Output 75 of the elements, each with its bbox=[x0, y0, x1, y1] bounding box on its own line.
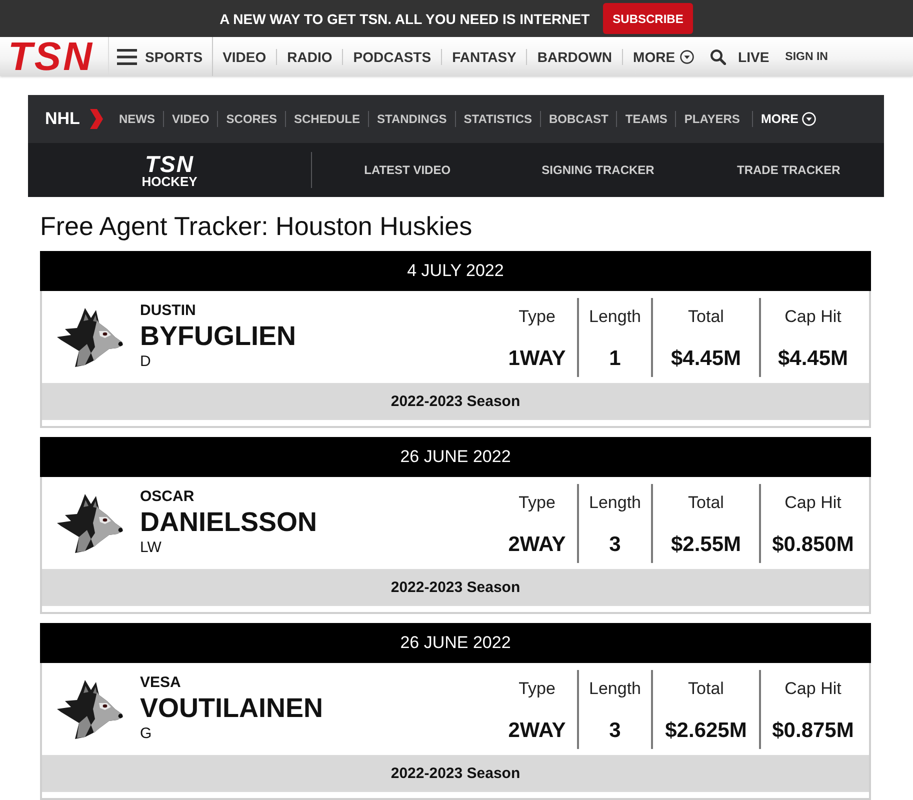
stat-label: Cap Hit bbox=[784, 679, 842, 699]
player-last-name: VOUTILAINEN bbox=[140, 692, 324, 724]
stat-value: $2.625M bbox=[665, 719, 747, 743]
player-first-name: VESA bbox=[140, 674, 182, 692]
stat-value: $2.55M bbox=[670, 533, 742, 557]
stat-label: Length bbox=[589, 493, 641, 513]
stat-label: Type bbox=[518, 493, 556, 513]
wolf-head-icon bbox=[57, 493, 123, 553]
stat-label: Cap Hit bbox=[784, 493, 842, 513]
stat-value: $4.45M bbox=[670, 347, 742, 371]
stat-value: $4.45M bbox=[778, 347, 848, 371]
stat-label: Type bbox=[518, 307, 556, 327]
nav-link[interactable]: RADIO bbox=[276, 48, 342, 64]
stat-value: 2WAY bbox=[508, 533, 566, 557]
chevron-icon bbox=[90, 109, 103, 129]
promo-text: A NEW WAY TO GET TSN. ALL YOU NEED IS INTERNET bbox=[220, 10, 590, 26]
stat-value: $0.850M bbox=[772, 533, 854, 557]
player-position: LW bbox=[140, 538, 162, 558]
stat-label: Total bbox=[688, 493, 724, 513]
stat-value: 1 bbox=[609, 347, 621, 371]
league-nav-link[interactable]: NEWS bbox=[110, 111, 163, 127]
stat-value: 1WAY bbox=[508, 347, 566, 371]
page-title: Free Agent Tracker: Houston Huskies bbox=[39, 210, 474, 243]
tsn-logo[interactable]: TSN bbox=[8, 40, 94, 74]
caret-icon bbox=[802, 112, 816, 126]
player-first-name: DUSTIN bbox=[140, 302, 197, 320]
sign-in-link[interactable]: SIGN IN bbox=[785, 50, 828, 62]
stat-label: Total bbox=[688, 307, 724, 327]
player-first-name: OSCAR bbox=[140, 488, 196, 506]
stat-label: Length bbox=[589, 679, 641, 699]
nav-link[interactable]: FANTASY bbox=[441, 48, 526, 64]
menu-button[interactable]: SPORTS bbox=[108, 37, 213, 76]
hockey-logo[interactable]: TSN HOCKEY bbox=[142, 152, 198, 188]
player-last-name: DANIELSSON bbox=[140, 506, 318, 538]
league-nav-link[interactable]: SCORES bbox=[217, 111, 285, 127]
stat-value: 3 bbox=[609, 719, 621, 743]
date-header: 4 JULY 2022 bbox=[40, 251, 871, 291]
league-nav-link[interactable]: TEAMS bbox=[616, 111, 676, 127]
season-bar: 2022-2023 Season bbox=[42, 383, 869, 420]
stat-label: Total bbox=[688, 679, 724, 699]
date-header: 26 JUNE 2022 bbox=[40, 623, 871, 663]
nav-link[interactable]: BARDOWN bbox=[526, 48, 622, 64]
player-position: D bbox=[140, 352, 152, 372]
subnav-link[interactable]: LATEST VIDEO bbox=[364, 163, 451, 177]
league-nav-link[interactable]: SCHEDULE bbox=[284, 111, 368, 127]
search-icon bbox=[710, 48, 726, 64]
nav-link[interactable]: VIDEO bbox=[212, 48, 276, 64]
stat-value: 3 bbox=[609, 533, 621, 557]
stat-value: $0.875M bbox=[772, 719, 854, 743]
league-nav-link[interactable]: STANDINGS bbox=[368, 111, 455, 127]
season-bar: 2022-2023 Season bbox=[42, 755, 869, 792]
league-nav-link[interactable]: VIDEO bbox=[162, 111, 218, 127]
subnav-link[interactable]: SIGNING TRACKER bbox=[542, 163, 654, 177]
league-nav-link[interactable]: PLAYERS bbox=[675, 111, 748, 127]
player-last-name: BYFUGLIEN bbox=[140, 320, 296, 352]
caret-icon bbox=[680, 50, 694, 64]
player-position: G bbox=[140, 724, 153, 744]
stat-label: Type bbox=[518, 679, 556, 699]
wolf-head-icon bbox=[57, 679, 123, 739]
stat-label: Length bbox=[589, 307, 641, 327]
subscribe-button[interactable]: SUBSCRIBE bbox=[602, 3, 694, 34]
stat-value: 2WAY bbox=[508, 719, 566, 743]
date-header: 26 JUNE 2022 bbox=[40, 437, 871, 477]
menu-icon bbox=[117, 48, 137, 64]
nav-link[interactable]: PODCASTS bbox=[342, 48, 442, 64]
live-link[interactable]: LIVE bbox=[728, 48, 780, 64]
subnav-link[interactable]: TRADE TRACKER bbox=[737, 163, 840, 177]
league-nav-link[interactable]: BOBCAST bbox=[540, 111, 616, 127]
wolf-head-icon bbox=[57, 307, 123, 367]
league-link[interactable]: NHL bbox=[45, 109, 103, 129]
nav-dropdown[interactable]: MORE bbox=[622, 48, 704, 64]
stat-label: Cap Hit bbox=[784, 307, 842, 327]
league-nav-dropdown[interactable]: MORE bbox=[752, 111, 824, 127]
league-nav-link[interactable]: STATISTICS bbox=[454, 111, 540, 127]
season-bar: 2022-2023 Season bbox=[42, 569, 869, 606]
